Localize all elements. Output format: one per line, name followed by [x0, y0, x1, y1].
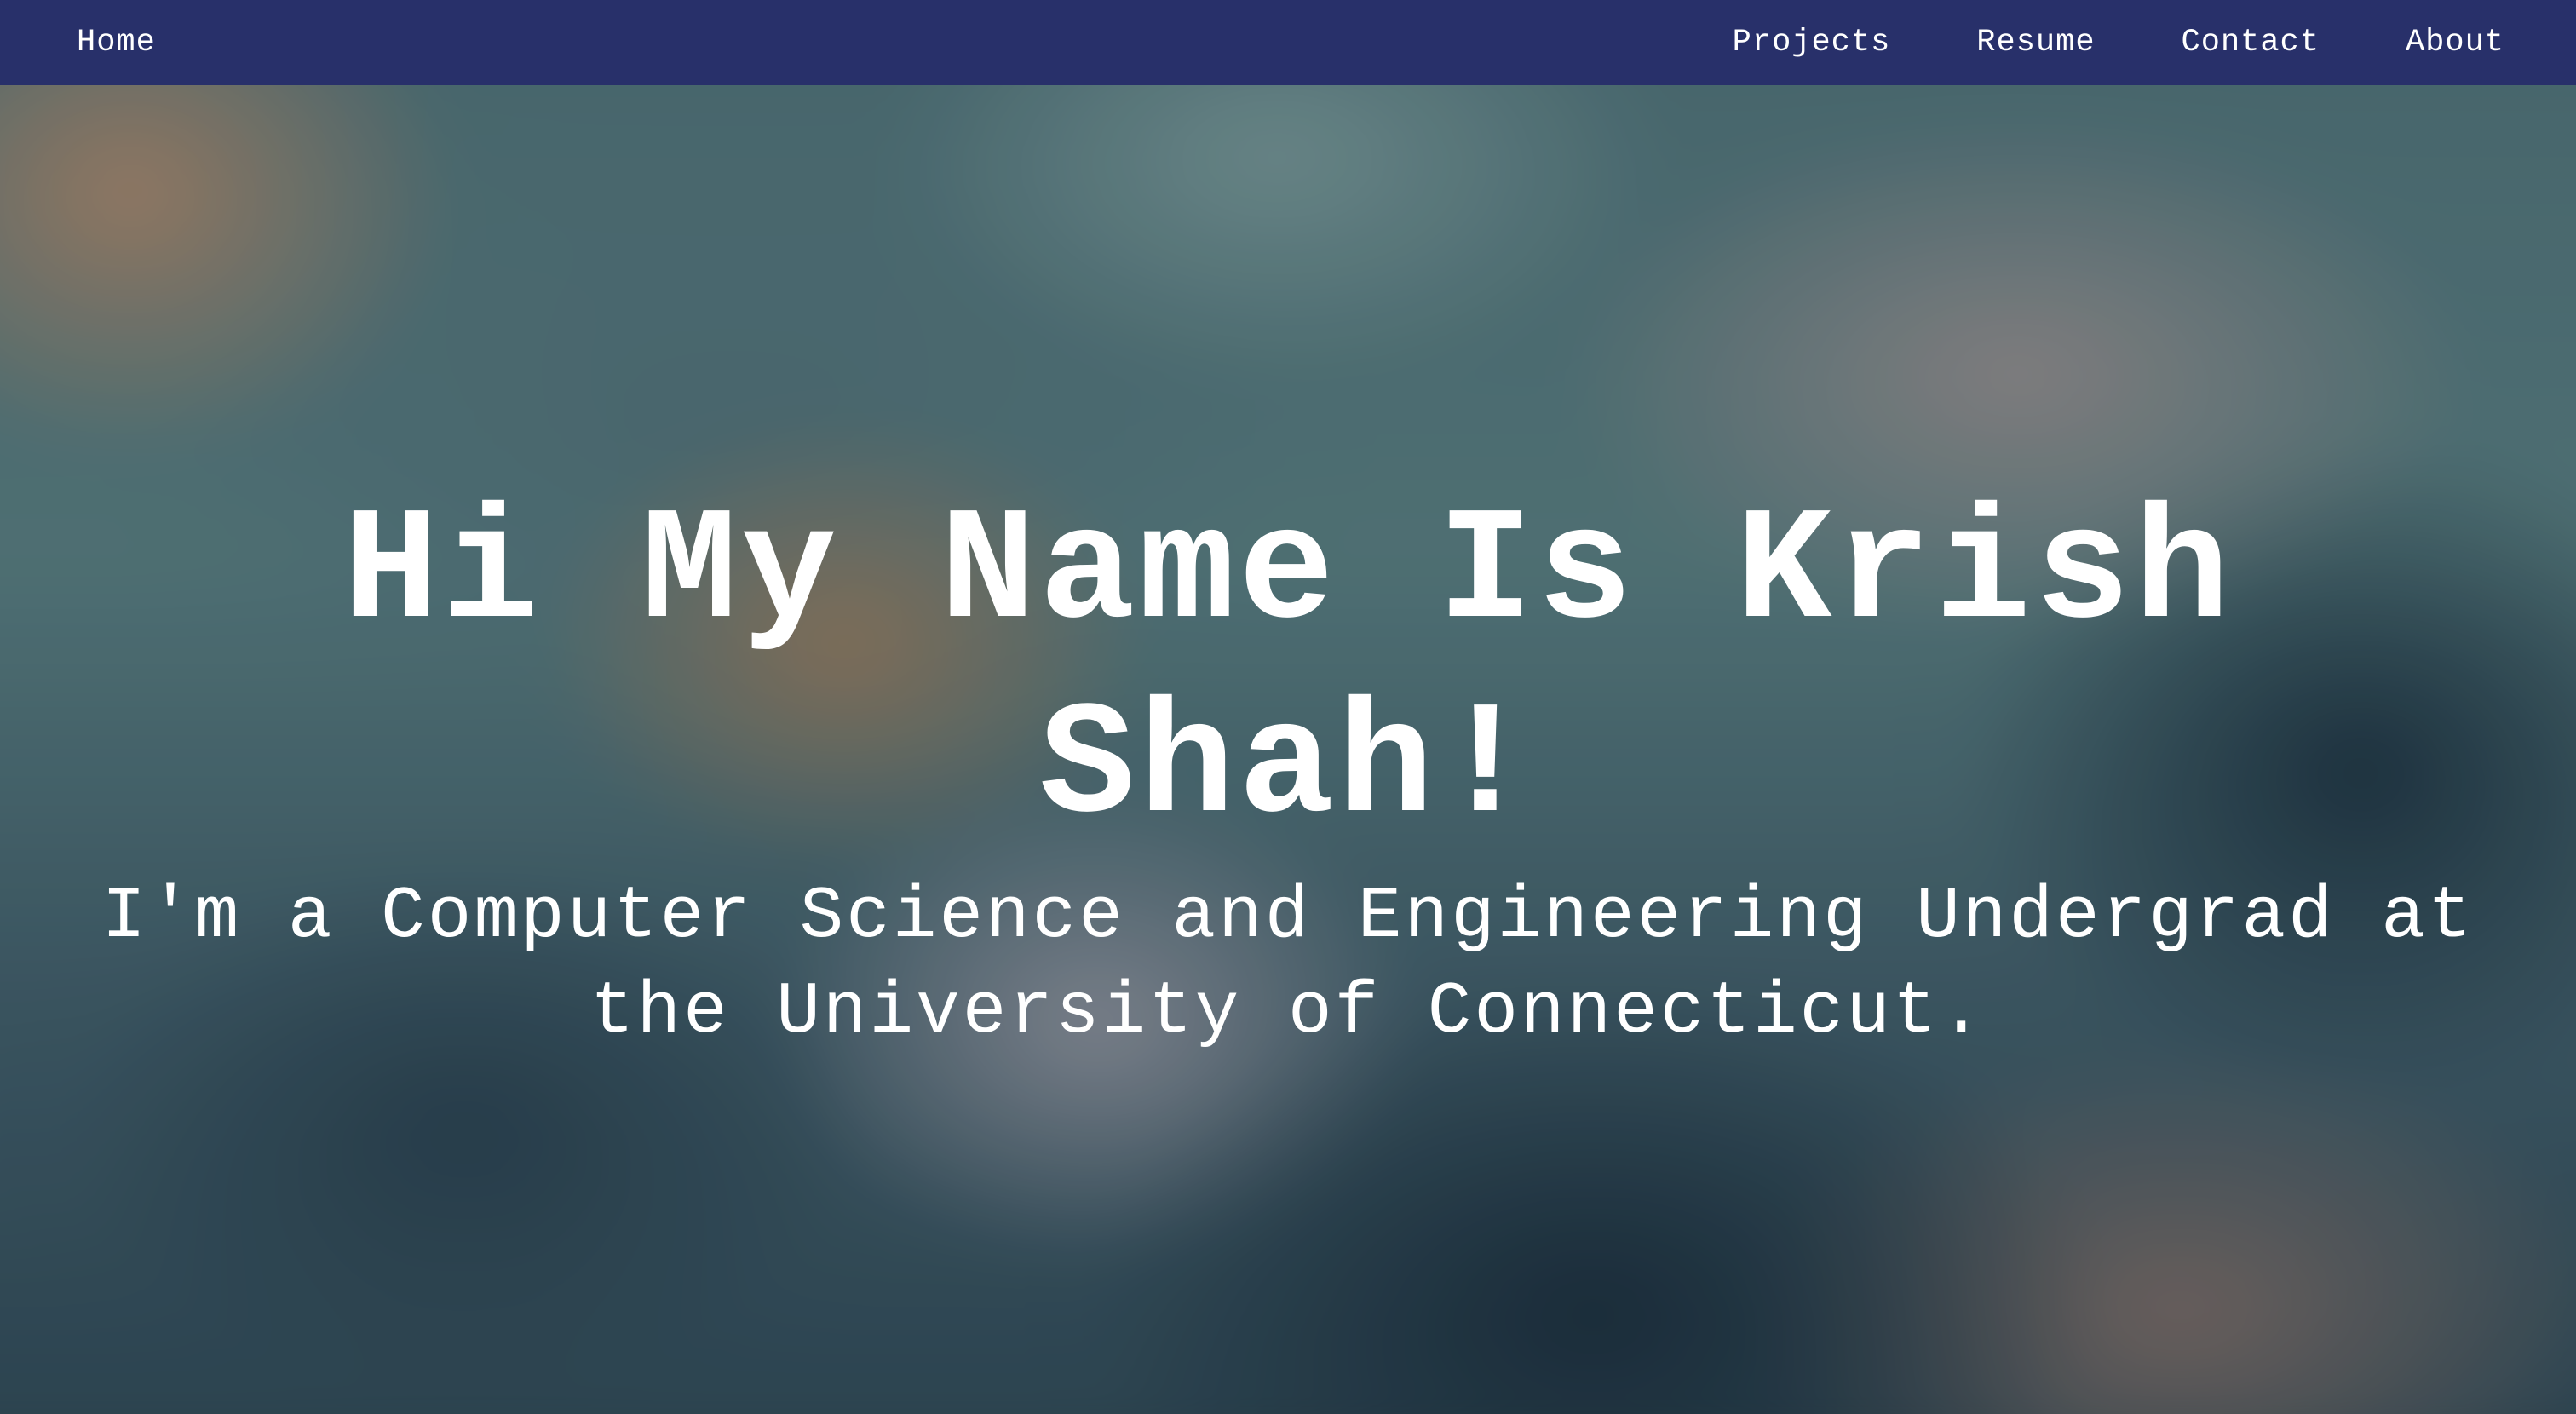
nav-about-link[interactable]: About [2406, 25, 2504, 60]
nav-home-link[interactable]: Home [77, 25, 156, 60]
hero-subtitle: I'm a Computer Science and Engineering U… [101, 875, 2475, 1054]
nav-projects-link[interactable]: Projects [1733, 25, 1891, 60]
hero-section: Hi My Name Is Krish Shah! I'm a Computer… [0, 477, 2576, 1060]
nav-resume-link[interactable]: Resume [1976, 25, 2095, 60]
navbar: Home Projects Resume Contact About [0, 0, 2576, 85]
nav-contact-link[interactable]: Contact [2182, 25, 2320, 60]
hero-title: Hi My Name Is Krish Shah! [342, 483, 2234, 859]
nav-links: Projects Resume Contact About [1733, 25, 2504, 60]
